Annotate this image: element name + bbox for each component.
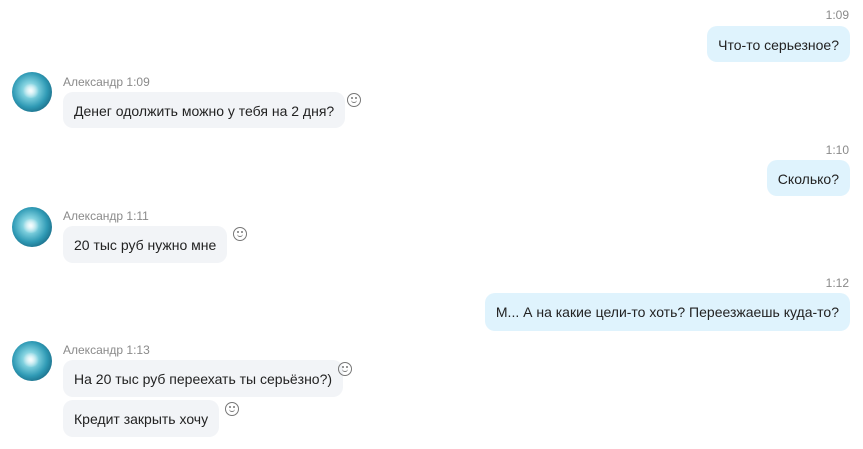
- message-time: 1:09: [825, 8, 849, 22]
- smiley-icon[interactable]: [233, 227, 247, 241]
- outgoing-message[interactable]: Что-то серьезное?: [707, 26, 850, 62]
- sender-name: Александр: [63, 343, 124, 357]
- message-meta: Александр 1:09: [63, 75, 150, 89]
- sender-name: Александр: [63, 75, 124, 89]
- incoming-message[interactable]: Кредит закрыть хочу: [63, 400, 220, 437]
- incoming-message[interactable]: На 20 тыс руб переехать ты серьёзно?): [63, 360, 344, 397]
- message-time: 1:10: [825, 143, 849, 157]
- message-time: 1:12: [825, 276, 849, 290]
- smiley-icon[interactable]: [347, 93, 361, 107]
- message-time: 1:11: [126, 209, 149, 223]
- chat-history: 1:09 Что-то серьезное? Александр 1:09 Де…: [0, 0, 863, 449]
- smiley-icon[interactable]: [338, 362, 352, 376]
- avatar[interactable]: [12, 72, 52, 112]
- message-time: 1:09: [126, 75, 150, 89]
- message-meta: Александр 1:13: [63, 343, 150, 357]
- incoming-message[interactable]: Денег одолжить можно у тебя на 2 дня?: [63, 92, 346, 128]
- message-time: 1:13: [126, 343, 150, 357]
- avatar[interactable]: [12, 341, 52, 381]
- avatar[interactable]: [12, 207, 52, 247]
- incoming-message[interactable]: 20 тыс руб нужно мне: [63, 226, 228, 263]
- smiley-icon[interactable]: [225, 402, 239, 416]
- outgoing-message[interactable]: Сколько?: [766, 160, 850, 196]
- message-meta: Александр 1:11: [63, 209, 149, 223]
- outgoing-message[interactable]: М... А на какие цели-то хоть? Переезжаеш…: [484, 293, 850, 331]
- sender-name: Александр: [63, 209, 124, 223]
